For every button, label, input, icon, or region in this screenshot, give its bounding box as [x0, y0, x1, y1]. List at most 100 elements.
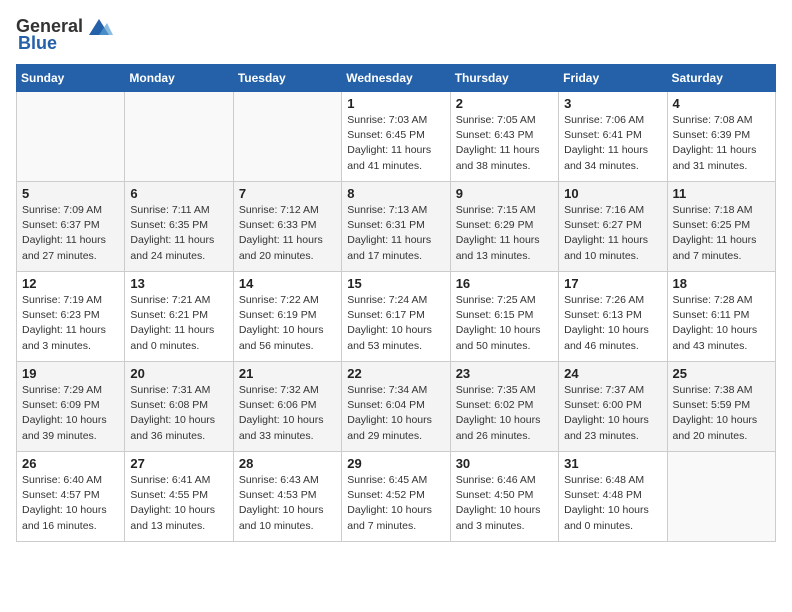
- weekday-header-row: SundayMondayTuesdayWednesdayThursdayFrid…: [17, 65, 776, 92]
- weekday-header-tuesday: Tuesday: [233, 65, 341, 92]
- day-cell: 31 Sunrise: 6:48 AM Sunset: 4:48 PM Dayli…: [559, 452, 667, 542]
- week-row-3: 12 Sunrise: 7:19 AM Sunset: 6:23 PM Dayli…: [17, 272, 776, 362]
- day-number: 18: [673, 276, 770, 291]
- day-number: 23: [456, 366, 553, 381]
- day-info: Sunrise: 7:15 AM Sunset: 6:29 PM Dayligh…: [456, 203, 553, 264]
- day-info: Sunrise: 7:22 AM Sunset: 6:19 PM Dayligh…: [239, 293, 336, 354]
- week-row-2: 5 Sunrise: 7:09 AM Sunset: 6:37 PM Daylig…: [17, 182, 776, 272]
- day-cell: 23Sunrise: 7:35 AM Sunset: 6:02 PM Dayli…: [450, 362, 558, 452]
- day-number: 15: [347, 276, 444, 291]
- day-number: 2: [456, 96, 553, 111]
- day-cell: 22Sunrise: 7:34 AM Sunset: 6:04 PM Dayli…: [342, 362, 450, 452]
- day-cell: 16 Sunrise: 7:25 AM Sunset: 6:15 PM Dayli…: [450, 272, 558, 362]
- logo: General Blue: [16, 16, 113, 54]
- page-header: General Blue: [16, 16, 776, 54]
- day-info: Sunrise: 7:11 AM Sunset: 6:35 PM Dayligh…: [130, 203, 227, 264]
- day-number: 28: [239, 456, 336, 471]
- day-number: 26: [22, 456, 119, 471]
- day-cell: 10Sunrise: 7:16 AM Sunset: 6:27 PM Dayli…: [559, 182, 667, 272]
- day-cell: 3Sunrise: 7:06 AM Sunset: 6:41 PM Daylig…: [559, 92, 667, 182]
- day-cell: [125, 92, 233, 182]
- day-info: Sunrise: 6:46 AM Sunset: 4:50 PM Dayligh…: [456, 473, 553, 534]
- week-row-1: 1Sunrise: 7:03 AM Sunset: 6:45 PM Daylig…: [17, 92, 776, 182]
- weekday-header-saturday: Saturday: [667, 65, 775, 92]
- day-cell: 8Sunrise: 7:13 AM Sunset: 6:31 PM Daylig…: [342, 182, 450, 272]
- day-number: 16: [456, 276, 553, 291]
- day-cell: 24Sunrise: 7:37 AM Sunset: 6:00 PM Dayli…: [559, 362, 667, 452]
- day-number: 19: [22, 366, 119, 381]
- day-number: 20: [130, 366, 227, 381]
- week-row-4: 19 Sunrise: 7:29 AM Sunset: 6:09 PM Dayli…: [17, 362, 776, 452]
- day-info: Sunrise: 7:28 AM Sunset: 6:11 PM Dayligh…: [673, 293, 770, 354]
- day-info: Sunrise: 7:13 AM Sunset: 6:31 PM Dayligh…: [347, 203, 444, 264]
- day-number: 6: [130, 186, 227, 201]
- weekday-header-monday: Monday: [125, 65, 233, 92]
- week-row-5: 26 Sunrise: 6:40 AM Sunset: 4:57 PM Dayli…: [17, 452, 776, 542]
- day-cell: 18 Sunrise: 7:28 AM Sunset: 6:11 PM Dayli…: [667, 272, 775, 362]
- day-number: 7: [239, 186, 336, 201]
- day-info: Sunrise: 7:19 AM Sunset: 6:23 PM Dayligh…: [22, 293, 119, 354]
- day-info: Sunrise: 6:43 AM Sunset: 4:53 PM Dayligh…: [239, 473, 336, 534]
- day-number: 9: [456, 186, 553, 201]
- weekday-header-friday: Friday: [559, 65, 667, 92]
- day-info: Sunrise: 6:40 AM Sunset: 4:57 PM Dayligh…: [22, 473, 119, 534]
- day-info: Sunrise: 7:05 AM Sunset: 6:43 PM Dayligh…: [456, 113, 553, 174]
- calendar-table: SundayMondayTuesdayWednesdayThursdayFrid…: [16, 64, 776, 542]
- day-info: Sunrise: 7:31 AM Sunset: 6:08 PM Dayligh…: [130, 383, 227, 444]
- day-cell: 6 Sunrise: 7:11 AM Sunset: 6:35 PM Daylig…: [125, 182, 233, 272]
- day-number: 11: [673, 186, 770, 201]
- day-cell: 17 Sunrise: 7:26 AM Sunset: 6:13 PM Dayli…: [559, 272, 667, 362]
- day-number: 24: [564, 366, 661, 381]
- day-info: Sunrise: 7:24 AM Sunset: 6:17 PM Dayligh…: [347, 293, 444, 354]
- day-info: Sunrise: 7:34 AM Sunset: 6:04 PM Dayligh…: [347, 383, 444, 444]
- weekday-header-thursday: Thursday: [450, 65, 558, 92]
- day-info: Sunrise: 7:38 AM Sunset: 5:59 PM Dayligh…: [673, 383, 770, 444]
- day-cell: 2 Sunrise: 7:05 AM Sunset: 6:43 PM Daylig…: [450, 92, 558, 182]
- logo-blue-text: Blue: [18, 33, 57, 54]
- day-number: 31: [564, 456, 661, 471]
- day-info: Sunrise: 7:18 AM Sunset: 6:25 PM Dayligh…: [673, 203, 770, 264]
- day-number: 4: [673, 96, 770, 111]
- day-cell: 28 Sunrise: 6:43 AM Sunset: 4:53 PM Dayli…: [233, 452, 341, 542]
- day-cell: 30 Sunrise: 6:46 AM Sunset: 4:50 PM Dayli…: [450, 452, 558, 542]
- day-cell: 4 Sunrise: 7:08 AM Sunset: 6:39 PM Daylig…: [667, 92, 775, 182]
- weekday-header-sunday: Sunday: [17, 65, 125, 92]
- day-cell: 11 Sunrise: 7:18 AM Sunset: 6:25 PM Dayli…: [667, 182, 775, 272]
- day-cell: 15 Sunrise: 7:24 AM Sunset: 6:17 PM Dayli…: [342, 272, 450, 362]
- day-cell: 27 Sunrise: 6:41 AM Sunset: 4:55 PM Dayli…: [125, 452, 233, 542]
- day-info: Sunrise: 7:03 AM Sunset: 6:45 PM Dayligh…: [347, 113, 444, 174]
- logo-icon: [85, 17, 113, 37]
- day-number: 12: [22, 276, 119, 291]
- day-cell: 21Sunrise: 7:32 AM Sunset: 6:06 PM Dayli…: [233, 362, 341, 452]
- day-cell: 25 Sunrise: 7:38 AM Sunset: 5:59 PM Dayli…: [667, 362, 775, 452]
- day-info: Sunrise: 7:26 AM Sunset: 6:13 PM Dayligh…: [564, 293, 661, 354]
- day-cell: 26 Sunrise: 6:40 AM Sunset: 4:57 PM Dayli…: [17, 452, 125, 542]
- day-number: 14: [239, 276, 336, 291]
- weekday-header-wednesday: Wednesday: [342, 65, 450, 92]
- day-cell: 1Sunrise: 7:03 AM Sunset: 6:45 PM Daylig…: [342, 92, 450, 182]
- day-cell: 7Sunrise: 7:12 AM Sunset: 6:33 PM Daylig…: [233, 182, 341, 272]
- day-info: Sunrise: 7:21 AM Sunset: 6:21 PM Dayligh…: [130, 293, 227, 354]
- day-number: 17: [564, 276, 661, 291]
- day-info: Sunrise: 6:45 AM Sunset: 4:52 PM Dayligh…: [347, 473, 444, 534]
- day-number: 30: [456, 456, 553, 471]
- day-info: Sunrise: 6:41 AM Sunset: 4:55 PM Dayligh…: [130, 473, 227, 534]
- day-cell: 20 Sunrise: 7:31 AM Sunset: 6:08 PM Dayli…: [125, 362, 233, 452]
- day-cell: 9 Sunrise: 7:15 AM Sunset: 6:29 PM Daylig…: [450, 182, 558, 272]
- day-number: 5: [22, 186, 119, 201]
- day-info: Sunrise: 7:29 AM Sunset: 6:09 PM Dayligh…: [22, 383, 119, 444]
- day-cell: [667, 452, 775, 542]
- day-info: Sunrise: 6:48 AM Sunset: 4:48 PM Dayligh…: [564, 473, 661, 534]
- day-number: 27: [130, 456, 227, 471]
- day-cell: 13Sunrise: 7:21 AM Sunset: 6:21 PM Dayli…: [125, 272, 233, 362]
- day-number: 25: [673, 366, 770, 381]
- day-info: Sunrise: 7:08 AM Sunset: 6:39 PM Dayligh…: [673, 113, 770, 174]
- day-cell: 29 Sunrise: 6:45 AM Sunset: 4:52 PM Dayli…: [342, 452, 450, 542]
- day-cell: 5 Sunrise: 7:09 AM Sunset: 6:37 PM Daylig…: [17, 182, 125, 272]
- day-info: Sunrise: 7:16 AM Sunset: 6:27 PM Dayligh…: [564, 203, 661, 264]
- day-info: Sunrise: 7:09 AM Sunset: 6:37 PM Dayligh…: [22, 203, 119, 264]
- day-info: Sunrise: 7:25 AM Sunset: 6:15 PM Dayligh…: [456, 293, 553, 354]
- day-cell: [17, 92, 125, 182]
- day-number: 29: [347, 456, 444, 471]
- day-number: 21: [239, 366, 336, 381]
